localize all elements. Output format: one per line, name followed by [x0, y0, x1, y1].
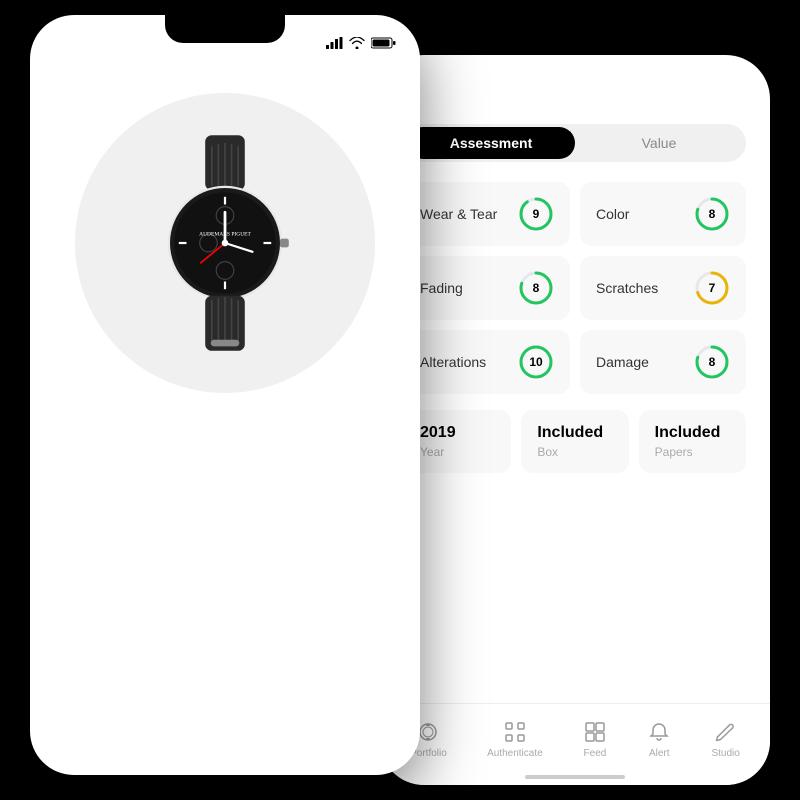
product-details-left [54, 427, 396, 447]
assessment-cell: Fading 8 [404, 256, 570, 320]
right-header [404, 85, 746, 106]
score-circle: 7 [694, 270, 730, 306]
info-cell: Included Papers [639, 410, 746, 473]
assessment-cell: Scratches 7 [580, 256, 746, 320]
info-cell-label: Box [537, 445, 612, 459]
home-indicator [525, 775, 625, 779]
info-cell: 2019 Year [404, 410, 511, 473]
score-value: 9 [533, 207, 540, 221]
score-circle: 8 [518, 270, 554, 306]
pencil-icon [714, 720, 738, 744]
wifi-icon [349, 37, 365, 49]
score-circle: 8 [694, 344, 730, 380]
info-cell-value: Included [537, 424, 612, 442]
info-cell: Included Box [521, 410, 628, 473]
assessment-cell: Wear & Tear 9 [404, 182, 570, 246]
assessment-cell: Color 8 [580, 182, 746, 246]
tab-switcher: Assessment Value [404, 124, 746, 162]
carousel-prev[interactable] [40, 233, 60, 253]
nav-label-authenticate: Authenticate [487, 748, 543, 759]
signal-icon [326, 37, 343, 49]
watch-image-container: AUDEMARS PIGUET [30, 83, 420, 403]
product-info-left [30, 403, 420, 467]
svg-text:AUDEMARS PIGUET: AUDEMARS PIGUET [199, 231, 251, 237]
score-value: 8 [533, 281, 540, 295]
status-icons [326, 37, 396, 49]
nav-label-alert: Alert [649, 748, 670, 759]
info-row: 2019 Year Included Box Included Papers [404, 410, 746, 473]
info-cell-label: Year [420, 445, 495, 459]
nav-bar [30, 59, 420, 83]
score-value: 8 [709, 355, 716, 369]
assessment-cell: Alterations 10 [404, 330, 570, 394]
assessment-label: Color [596, 206, 629, 222]
info-cell-label: Papers [655, 445, 730, 459]
notch [165, 15, 285, 43]
assessment-grid: Wear & Tear 9 Color 8 Fading 8 Scra [404, 182, 746, 394]
score-value: 10 [529, 355, 542, 369]
assessment-label: Scratches [596, 280, 658, 296]
tab-assessment[interactable]: Assessment [407, 127, 575, 159]
bell-icon [647, 720, 671, 744]
nav-item-alert[interactable]: Alert [647, 720, 671, 759]
score-circle: 8 [694, 196, 730, 232]
nav-item-authenticate[interactable]: Authenticate [487, 720, 543, 759]
score-circle: 9 [518, 196, 554, 232]
carousel-next[interactable] [390, 233, 410, 253]
assessment-label: Fading [420, 280, 463, 296]
assessment-label: Damage [596, 354, 649, 370]
nav-label-studio: Studio [711, 748, 739, 759]
watch-illustration: AUDEMARS PIGUET [145, 133, 305, 353]
assessment-label: Wear & Tear [420, 206, 497, 222]
right-content: Assessment Value Wear & Tear 9 Color 8 F… [380, 55, 770, 473]
assessment-label: Alterations [420, 354, 486, 370]
grid-icon [583, 720, 607, 744]
nav-item-studio[interactable]: Studio [711, 720, 739, 759]
battery-icon [371, 37, 396, 49]
score-circle: 10 [518, 344, 554, 380]
bottom-nav: Portfolio Authenticate Feed Alert Studio [380, 703, 770, 785]
assessment-cell: Damage 8 [580, 330, 746, 394]
tab-value[interactable]: Value [575, 127, 743, 159]
nav-item-feed[interactable]: Feed [583, 720, 607, 759]
info-cell-value: Included [655, 424, 730, 442]
right-phone: Assessment Value Wear & Tear 9 Color 8 F… [380, 55, 770, 785]
left-phone: AUDEMARS PIGUET [30, 15, 420, 775]
watch-circle: AUDEMARS PIGUET [75, 93, 375, 393]
score-value: 7 [709, 281, 716, 295]
info-cell-value: 2019 [420, 424, 495, 442]
scan-icon [503, 720, 527, 744]
nav-label-feed: Feed [584, 748, 607, 759]
score-value: 8 [709, 207, 716, 221]
watch-icon [416, 720, 440, 744]
